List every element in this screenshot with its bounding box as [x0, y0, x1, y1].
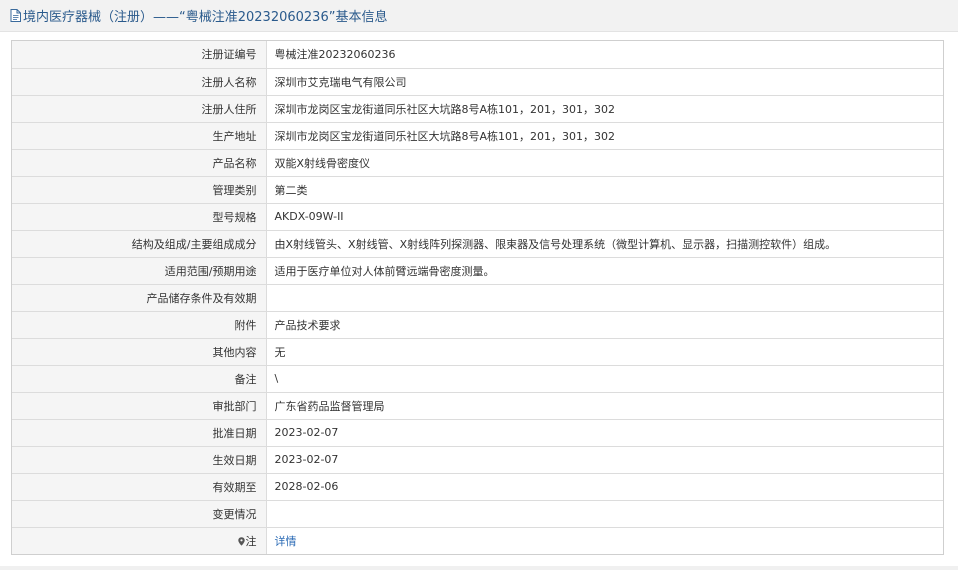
note-value-cell: 详情: [266, 527, 943, 554]
table-row: 其他内容无: [12, 338, 943, 366]
bottom-scroll-edge: [0, 566, 958, 570]
row-label: 产品名称: [12, 149, 267, 177]
row-value: AKDX-09W-II: [266, 203, 943, 231]
table-row: 注册证编号 粤械注准20232060236: [12, 41, 943, 69]
table-row: 结构及组成/主要组成成分 由X射线管头、X射线管、X射线阵列探测器、限束器及信号处…: [12, 230, 943, 258]
row-value: 广东省药品监督管理局: [266, 392, 943, 420]
document-icon: [10, 9, 21, 22]
row-label: 产品储存条件及有效期: [12, 284, 267, 312]
row-label: 结构及组成/主要组成成分: [12, 230, 267, 258]
table-row: 备注 \: [12, 365, 943, 393]
row-label: 注册人住所: [12, 95, 267, 123]
row-label: 适用范围/预期用途: [12, 257, 267, 285]
row-label: 生产地址: [12, 122, 267, 150]
row-value: \: [266, 365, 943, 393]
table-row-note: 注 详情: [12, 527, 943, 554]
row-value: 2028-02-06: [266, 473, 943, 501]
row-value: 深圳市龙岗区宝龙街道同乐社区大坑路8号A栋101，201，301，302: [266, 122, 943, 150]
row-value: [266, 500, 943, 528]
row-value: 产品技术要求: [266, 311, 943, 339]
table-row: 注册人名称 深圳市艾克瑞电气有限公司: [12, 68, 943, 96]
table-row: 产品储存条件及有效期: [12, 284, 943, 312]
table-row: 适用范围/预期用途 适用于医疗单位对人体前臂远端骨密度测量。: [12, 257, 943, 285]
row-label: 注册证编号: [12, 41, 267, 69]
table-row: 审批部门 广东省药品监督管理局: [12, 392, 943, 420]
note-label-cell: 注: [12, 527, 267, 554]
table-row: 附件 产品技术要求: [12, 311, 943, 339]
row-label: 批准日期: [12, 419, 267, 447]
table-row: 有效期至 2028-02-06: [12, 473, 943, 501]
row-value: 2023-02-07: [266, 446, 943, 474]
row-label: 生效日期: [12, 446, 267, 474]
info-table: 注册证编号 粤械注准20232060236 注册人名称 深圳市艾克瑞电气有限公司 注册人…: [12, 41, 943, 554]
row-value: 2023-02-07: [266, 419, 943, 447]
row-label: 变更情况: [12, 500, 267, 528]
row-label: 型号规格: [12, 203, 267, 231]
page-title: 境内医疗器械（注册）——“粤械注准20232060236”基本信息: [23, 10, 388, 25]
row-value: 粤械注准20232060236: [266, 41, 943, 69]
table-row: 生效日期 2023-02-07: [12, 446, 943, 474]
row-value: 深圳市艾克瑞电气有限公司: [266, 68, 943, 96]
row-value: [266, 284, 943, 312]
table-row: 批准日期 2023-02-07: [12, 419, 943, 447]
table-row: 型号规格 AKDX-09W-II: [12, 203, 943, 231]
row-label: 附件: [12, 311, 267, 339]
note-label: 注: [245, 534, 257, 548]
info-table-body: 注册证编号 粤械注准20232060236 注册人名称 深圳市艾克瑞电气有限公司 注册人…: [12, 41, 943, 554]
details-link[interactable]: 详情: [275, 535, 297, 548]
row-label: 其他内容: [12, 338, 267, 366]
row-value: 由X射线管头、X射线管、X射线阵列探测器、限束器及信号处理系统（微型计算机、显示…: [266, 230, 943, 258]
row-value: 深圳市龙岗区宝龙街道同乐社区大坑路8号A栋101，201，301，302: [266, 95, 943, 123]
row-label: 有效期至: [12, 473, 267, 501]
table-row: 管理类别 第二类: [12, 176, 943, 204]
row-value: 适用于医疗单位对人体前臂远端骨密度测量。: [266, 257, 943, 285]
page: 境内医疗器械（注册）——“粤械注准20232060236”基本信息 注册证编号粤…: [0, 0, 958, 570]
table-row: 产品名称 双能X射线骨密度仪: [12, 149, 943, 177]
row-value: 双能X射线骨密度仪: [266, 149, 943, 177]
row-label: 注册人名称: [12, 68, 267, 96]
table-row: 变更情况: [12, 500, 943, 528]
page-header: 境内医疗器械（注册）——“粤械注准20232060236”基本信息: [0, 0, 958, 32]
table-row: 生产地址 深圳市龙岗区宝龙街道同乐社区大坑路8号A栋101，201，301，302: [12, 122, 943, 150]
pin-icon: [237, 537, 245, 546]
row-value: 第二类: [266, 176, 943, 204]
row-label: 审批部门: [12, 392, 267, 420]
info-table-container: 注册证编号 粤械注准20232060236 注册人名称 深圳市艾克瑞电气有限公司 注册人…: [11, 40, 944, 555]
row-label: 备注: [12, 365, 267, 393]
row-label: 管理类别: [12, 176, 267, 204]
table-row: 注册人住所 深圳市龙岗区宝龙街道同乐社区大坑路8号A栋101，201，301，30…: [12, 95, 943, 123]
row-value: 无: [266, 338, 943, 366]
